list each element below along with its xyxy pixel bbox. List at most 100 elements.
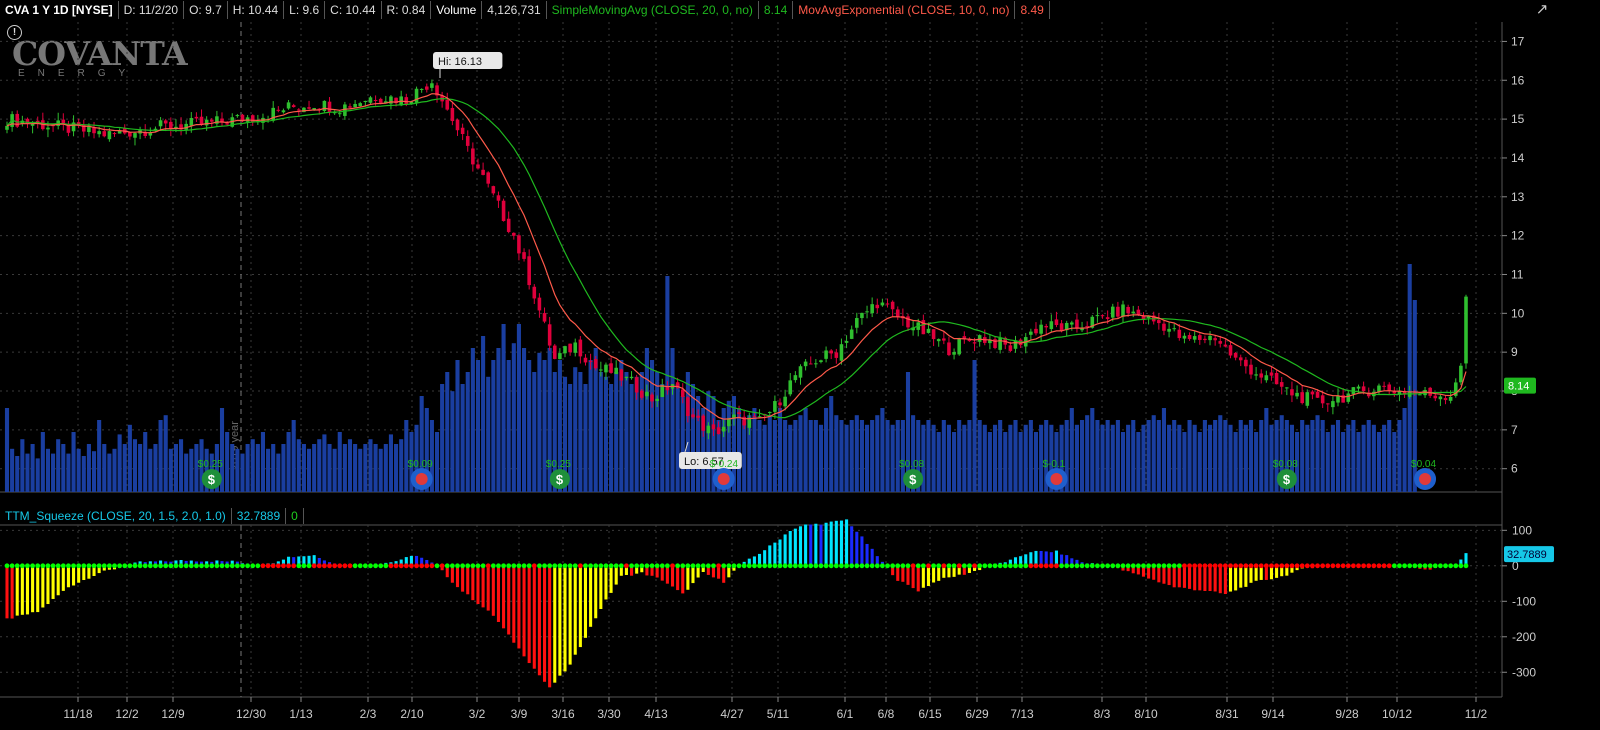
squeeze-dot <box>880 563 885 569</box>
squeeze-bar <box>1003 562 1007 566</box>
candle-body <box>209 119 214 122</box>
squeeze-bar <box>1121 565 1125 571</box>
x-tick-label: 6/15 <box>918 707 942 721</box>
squeeze-bar <box>548 565 552 688</box>
squeeze-bar <box>891 565 895 576</box>
squeeze-bar <box>527 565 531 664</box>
squeeze-bar <box>36 565 40 613</box>
squeeze-bar <box>276 561 280 566</box>
volume-bar <box>972 360 977 492</box>
squeeze-bar <box>814 523 818 566</box>
squeeze-dot <box>419 563 425 569</box>
squeeze-bar <box>1454 563 1458 566</box>
squeeze-bar <box>558 565 562 676</box>
squeeze-dot <box>808 563 814 569</box>
candle-body <box>808 363 813 365</box>
squeeze-dot <box>168 563 174 569</box>
squeeze-bar <box>1162 565 1166 584</box>
squeeze-dot <box>1376 563 1382 569</box>
volume-bar <box>496 348 501 492</box>
candle-body <box>1259 373 1264 378</box>
squeeze-bar <box>138 561 142 566</box>
price-chart[interactable]: 678910111213141516172019 yearHi: 16.13Lo… <box>0 0 1600 505</box>
squeeze-bar <box>732 565 736 571</box>
volume-bar <box>260 432 266 492</box>
squeeze-dot <box>1443 563 1448 569</box>
squeeze-dot <box>700 563 706 569</box>
squeeze-dot <box>281 563 286 569</box>
candle-body <box>496 195 501 201</box>
volume-bar <box>117 434 122 492</box>
squeeze-dot <box>255 563 261 569</box>
volume-bar <box>1330 424 1335 492</box>
volume-bar <box>609 384 614 492</box>
volume-bar <box>153 444 158 492</box>
squeeze-bar <box>507 565 511 635</box>
squeeze-dot <box>1018 563 1024 569</box>
squeeze-bar <box>1459 559 1463 566</box>
squeeze-bar <box>942 565 946 578</box>
candle-body <box>870 304 874 314</box>
squeeze-dot <box>936 563 942 569</box>
squeeze-dot <box>316 563 322 569</box>
squeeze-bar <box>855 531 859 566</box>
volume-bar <box>737 408 742 492</box>
candle-body <box>322 100 327 112</box>
volume-bar <box>839 420 844 492</box>
candle-body <box>1013 340 1018 349</box>
candle-body <box>1438 396 1443 400</box>
candle-body <box>1172 328 1176 330</box>
x-tick-label: 12/30 <box>236 707 266 721</box>
squeeze-dot <box>362 563 368 569</box>
squeeze-bar <box>102 565 106 571</box>
candle-body <box>297 109 301 111</box>
candle-body <box>225 123 229 125</box>
volume-bar <box>1397 420 1402 492</box>
squeeze-dot <box>250 563 256 569</box>
squeeze-dot <box>434 563 440 569</box>
volume-bar <box>138 444 143 492</box>
squeeze-bar <box>1433 565 1437 568</box>
candle-body <box>660 385 665 398</box>
squeeze-title[interactable]: TTM_Squeeze (CLOSE, 20, 1.5, 2.0, 1.0) <box>0 508 232 524</box>
squeeze-dot <box>992 563 998 569</box>
squeeze-bar <box>1300 565 1304 569</box>
volume-bar <box>327 444 332 492</box>
candle-body <box>1218 341 1223 344</box>
x-tick-label: 11/18 <box>63 707 92 721</box>
candle-body <box>1116 306 1120 317</box>
candle-body <box>1208 335 1212 341</box>
volume-bar <box>179 439 184 492</box>
candle-body <box>680 389 685 397</box>
squeeze-dot <box>214 563 220 569</box>
squeeze-bar <box>128 564 132 566</box>
volume-bar <box>91 451 97 492</box>
squeeze-value-tag-label: 32.7889 <box>1507 549 1547 561</box>
squeeze-dot <box>55 563 61 569</box>
volume-bar <box>573 367 578 492</box>
squeeze-bar <box>1193 565 1197 591</box>
squeeze-dot <box>1258 563 1264 569</box>
volume-bar <box>189 448 194 492</box>
squeeze-bar <box>1131 565 1135 574</box>
squeeze-dot <box>726 563 732 569</box>
volume-bar <box>45 448 51 492</box>
squeeze-bar <box>665 565 669 584</box>
volume-bar <box>486 376 491 492</box>
volume-bar <box>1335 420 1341 492</box>
candle-body <box>1244 359 1248 367</box>
squeeze-bar <box>466 565 470 595</box>
volume-bar <box>895 420 900 492</box>
squeeze-bar <box>1223 565 1227 595</box>
squeeze-dot <box>429 563 435 569</box>
volume-bar <box>1407 264 1412 492</box>
volume-bar <box>1085 415 1090 492</box>
squeeze-bar <box>87 565 91 579</box>
squeeze-dot <box>40 563 46 569</box>
candle-body <box>650 394 654 402</box>
candle-body <box>424 86 429 90</box>
volume-bar <box>445 372 450 492</box>
squeeze-dot <box>864 563 870 569</box>
candle-body <box>307 107 311 109</box>
volume-bar <box>1182 432 1187 492</box>
